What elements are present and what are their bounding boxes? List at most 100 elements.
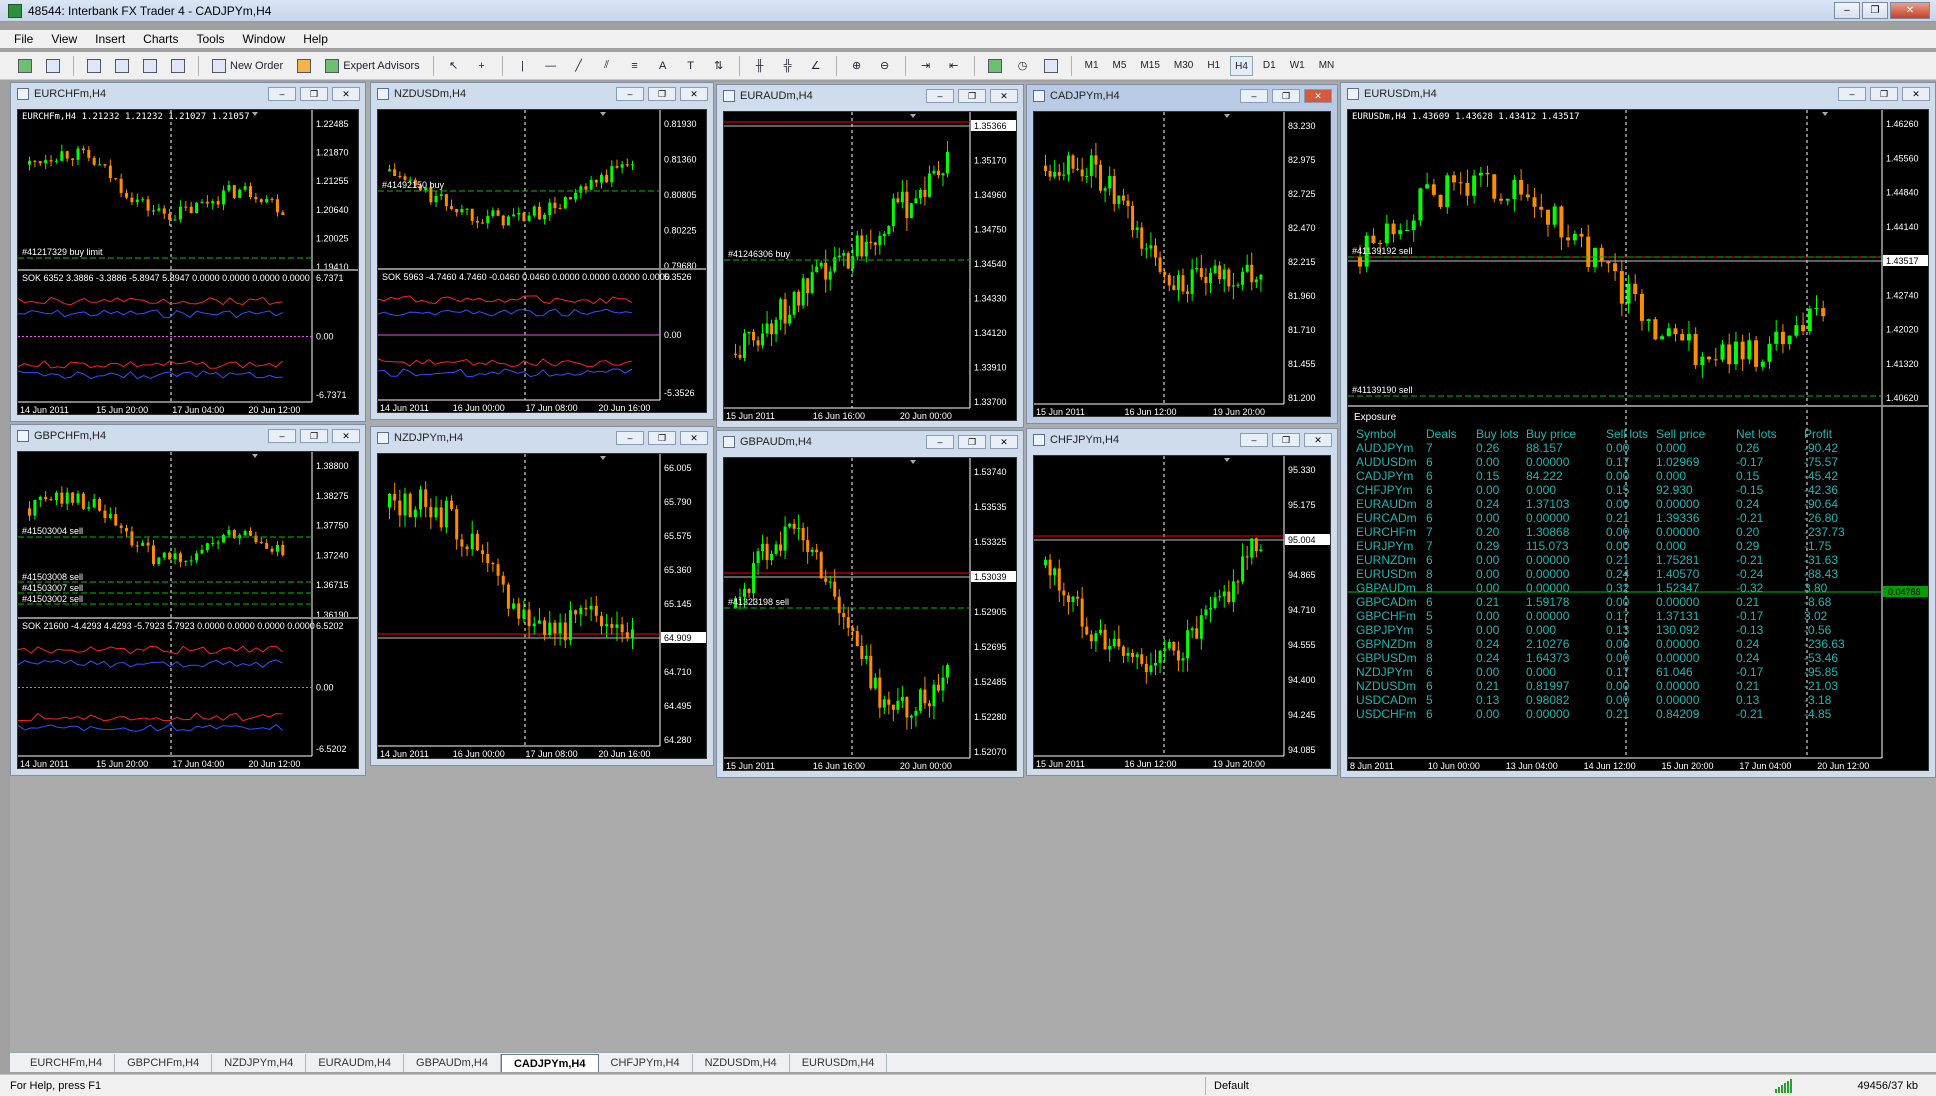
timeframe-d1[interactable]: D1	[1259, 56, 1280, 76]
chart-close-button[interactable]: ✕	[1902, 87, 1930, 101]
menu-window[interactable]: Window	[243, 32, 286, 46]
chart-plot-cadjpy[interactable]: 83.230 82.975 82.725 82.470 82.215 81.960 81.7…	[1033, 111, 1331, 417]
vertical-line-tool[interactable]: |	[512, 55, 534, 77]
chart-tab[interactable]: EURCHFm,H4	[18, 1053, 116, 1072]
market-watch-button[interactable]	[83, 55, 105, 77]
zoom-in-button[interactable]: ⊕	[846, 55, 868, 77]
menu-view[interactable]: View	[51, 32, 77, 46]
chart-restore-button[interactable]: ❐	[1272, 89, 1300, 103]
chart-restore-button[interactable]: ❐	[1272, 433, 1300, 447]
chart-window-chfjpy[interactable]: CHFJPYm,H4 ‒ ❐ ✕ 95.330 95.175 95.004 94.865 94.…	[1026, 428, 1338, 776]
menu-charts[interactable]: Charts	[143, 32, 178, 46]
chart-restore-button[interactable]: ❐	[648, 87, 676, 101]
chart-plot-eurchf[interactable]: 1.22485 1.21870 1.21255 1.20640 1.20025 1.194…	[17, 109, 359, 415]
chart-tab[interactable]: CHFJPYm,H4	[599, 1053, 693, 1072]
chart-minimize-button[interactable]: ‒	[268, 429, 296, 443]
chart-tab[interactable]: GBPCHFm,H4	[115, 1053, 213, 1072]
indicators-button[interactable]	[984, 55, 1006, 77]
chart-close-button[interactable]: ✕	[1304, 433, 1332, 447]
chart-window-gbpaud[interactable]: GBPAUDm,H4 ‒ ❐ ✕ 1.53740 1.53535 1.53325 1.5303…	[716, 430, 1024, 778]
timeframe-h1[interactable]: H1	[1203, 56, 1224, 76]
chart-window-gbpchf[interactable]: GBPCHFm,H4 ‒ ❐ ✕ 1.38800 1.38275 1.37750 1.3724…	[10, 424, 366, 776]
bar-chart-button[interactable]: ╫	[749, 55, 771, 77]
timeframe-h4[interactable]: H4	[1230, 55, 1253, 76]
chart-tab[interactable]: NZDUSDm,H4	[693, 1053, 790, 1072]
autoscroll-button[interactable]: ⇥	[915, 55, 937, 77]
chart-restore-button[interactable]: ❐	[300, 87, 328, 101]
chart-plot-eurusd[interactable]: 1.46260 1.45560 1.44840 1.44140 1.43517 1.427…	[1347, 109, 1929, 771]
line-chart-button[interactable]: ∠	[805, 55, 827, 77]
trendline-tool[interactable]: ╱	[568, 55, 590, 77]
history-center-button[interactable]	[293, 55, 315, 77]
timeframe-mn[interactable]: MN	[1315, 56, 1339, 76]
cursor-tool[interactable]: ↖	[443, 55, 465, 77]
chart-close-button[interactable]: ✕	[990, 435, 1018, 449]
chart-minimize-button[interactable]: ‒	[1838, 87, 1866, 101]
chart-restore-button[interactable]: ❐	[300, 429, 328, 443]
chart-close-button[interactable]: ✕	[680, 87, 708, 101]
new-order-button[interactable]: New Order	[208, 55, 287, 77]
chart-window-euraud[interactable]: EURAUDm,H4 ‒ ❐ ✕ 1.35366 1.35170 1.34960 1.3475…	[716, 84, 1024, 428]
chart-restore-button[interactable]: ❐	[1870, 87, 1898, 101]
restore-button[interactable]: ❐	[1862, 2, 1888, 19]
chart-close-button[interactable]: ✕	[332, 87, 360, 101]
navigator-button[interactable]	[111, 55, 133, 77]
chart-close-button[interactable]: ✕	[1304, 89, 1332, 103]
candlestick-button[interactable]: ╬	[777, 55, 799, 77]
menu-insert[interactable]: Insert	[95, 32, 125, 46]
chart-minimize-button[interactable]: ‒	[268, 87, 296, 101]
close-button[interactable]: ✕	[1890, 2, 1930, 19]
chart-window-nzdusd[interactable]: NZDUSDm,H4 ‒ ❐ ✕ 0.81930 0.81360 0.80805 0.8022…	[370, 82, 714, 420]
tester-button[interactable]	[167, 55, 189, 77]
status-profile[interactable]: Default	[1205, 1076, 1249, 1095]
chart-tab[interactable]: NZDJPYm,H4	[212, 1053, 307, 1072]
chart-minimize-button[interactable]: ‒	[926, 435, 954, 449]
chart-plot-gbpchf[interactable]: 1.38800 1.38275 1.37750 1.37240 1.36715 1.361…	[17, 451, 359, 769]
crosshair-tool[interactable]: +	[471, 55, 493, 77]
text-tool[interactable]: A	[652, 55, 674, 77]
terminal-button[interactable]	[139, 55, 161, 77]
new-chart-button[interactable]	[14, 55, 36, 77]
chart-minimize-button[interactable]: ‒	[926, 89, 954, 103]
chart-close-button[interactable]: ✕	[990, 89, 1018, 103]
chart-plot-nzdusd[interactable]: 0.81930 0.81360 0.80805 0.80225 0.79680 5.352…	[377, 109, 707, 413]
chart-shift-button[interactable]: ⇤	[943, 55, 965, 77]
arrows-tool[interactable]: ⇅	[708, 55, 730, 77]
timeframe-m5[interactable]: M5	[1109, 56, 1131, 76]
periods-button[interactable]: ◷	[1012, 55, 1034, 77]
chart-window-cadjpy[interactable]: CADJPYm,H4 ‒ ❐ ✕ 83.230 82.975 82.725 82.470 82.…	[1026, 84, 1338, 424]
chart-tab[interactable]: EURAUDm,H4	[306, 1053, 405, 1072]
chart-plot-chfjpy[interactable]: 95.330 95.175 95.004 94.865 94.710 94.555 94.4…	[1033, 455, 1331, 769]
chart-plot-euraud[interactable]: 1.35366 1.35170 1.34960 1.34750 1.34540 1.343…	[723, 111, 1017, 421]
chart-window-nzdjpy[interactable]: NZDJPYm,H4 ‒ ❐ ✕ 66.005 65.790 65.575 65.360 65.…	[370, 426, 714, 766]
label-tool[interactable]: T	[680, 55, 702, 77]
profiles-button[interactable]	[42, 55, 64, 77]
menu-tools[interactable]: Tools	[197, 32, 225, 46]
chart-minimize-button[interactable]: ‒	[616, 87, 644, 101]
chart-minimize-button[interactable]: ‒	[1240, 433, 1268, 447]
chart-plot-gbpaud[interactable]: 1.53740 1.53535 1.53325 1.53039 1.52905 1.526…	[723, 457, 1017, 771]
chart-close-button[interactable]: ✕	[680, 431, 708, 445]
chart-window-eurchf[interactable]: EURCHFm,H4 ‒ ❐ ✕ 1.22485 1.21870 1.21255 1.2064…	[10, 82, 366, 422]
chart-tab[interactable]: EURUSDm,H4	[790, 1053, 888, 1072]
minimize-button[interactable]: ‒	[1834, 2, 1860, 19]
chart-tab[interactable]: CADJPYm,H4	[500, 1053, 599, 1072]
timeframe-m1[interactable]: M1	[1081, 56, 1103, 76]
chart-minimize-button[interactable]: ‒	[616, 431, 644, 445]
menu-help[interactable]: Help	[303, 32, 328, 46]
chart-restore-button[interactable]: ❐	[958, 435, 986, 449]
chart-restore-button[interactable]: ❐	[648, 431, 676, 445]
timeframe-m15[interactable]: M15	[1136, 56, 1163, 76]
chart-plot-nzdjpy[interactable]: 66.005 65.790 65.575 65.360 65.145 64.909 64.7…	[377, 453, 707, 759]
fibo-tool[interactable]: ≡	[624, 55, 646, 77]
expert-advisors-button[interactable]: Expert Advisors	[321, 55, 423, 77]
chart-restore-button[interactable]: ❐	[958, 89, 986, 103]
chart-tab[interactable]: GBPAUDm,H4	[404, 1053, 501, 1072]
timeframe-w1[interactable]: W1	[1286, 56, 1309, 76]
horizontal-line-tool[interactable]: —	[540, 55, 562, 77]
chart-window-eurusd[interactable]: EURUSDm,H4 ‒ ❐ ✕ 1.46260 1.45560 1.44840 1.4414…	[1340, 82, 1936, 778]
timeframe-m30[interactable]: M30	[1170, 56, 1197, 76]
chart-minimize-button[interactable]: ‒	[1240, 89, 1268, 103]
chart-close-button[interactable]: ✕	[332, 429, 360, 443]
menu-file[interactable]: File	[14, 32, 33, 46]
